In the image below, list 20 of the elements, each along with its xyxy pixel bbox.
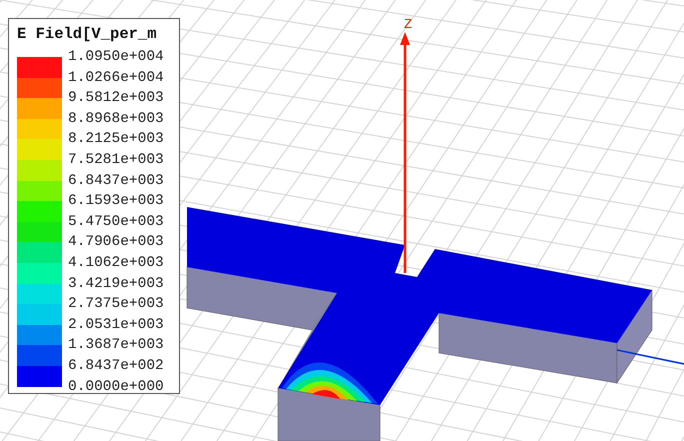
legend-value: 2.7375e+003 — [68, 295, 164, 314]
legend-value: 6.1593e+003 — [68, 192, 164, 212]
legend-value: 8.2125e+003 — [68, 130, 164, 150]
legend-value: 6.8437e+002 — [68, 356, 164, 376]
y-axis-line — [616, 349, 684, 365]
legend-value: 7.5281e+003 — [68, 150, 164, 170]
legend-title: E Field[V_per_m — [17, 25, 158, 43]
legend-value: 1.0950e+004 — [68, 48, 164, 67]
legend-value: 1.3687e+003 — [68, 336, 164, 356]
legend-value: 4.1062e+003 — [68, 254, 164, 273]
legend-value: 1.0266e+004 — [68, 68, 164, 88]
legend-value: 2.0531e+003 — [68, 316, 164, 335]
legend-value: 0.0000e+000 — [68, 378, 164, 396]
legend-value: 5.4750e+003 — [68, 212, 164, 232]
legend-value: 3.4219e+003 — [68, 274, 164, 294]
legend-value: 6.8437e+003 — [68, 172, 164, 191]
legend-value: 8.8968e+003 — [68, 110, 164, 129]
legend-value: 9.5812e+003 — [68, 89, 164, 108]
z-axis-label: Z — [404, 16, 412, 31]
legend-value: 4.7906e+003 — [68, 233, 164, 252]
